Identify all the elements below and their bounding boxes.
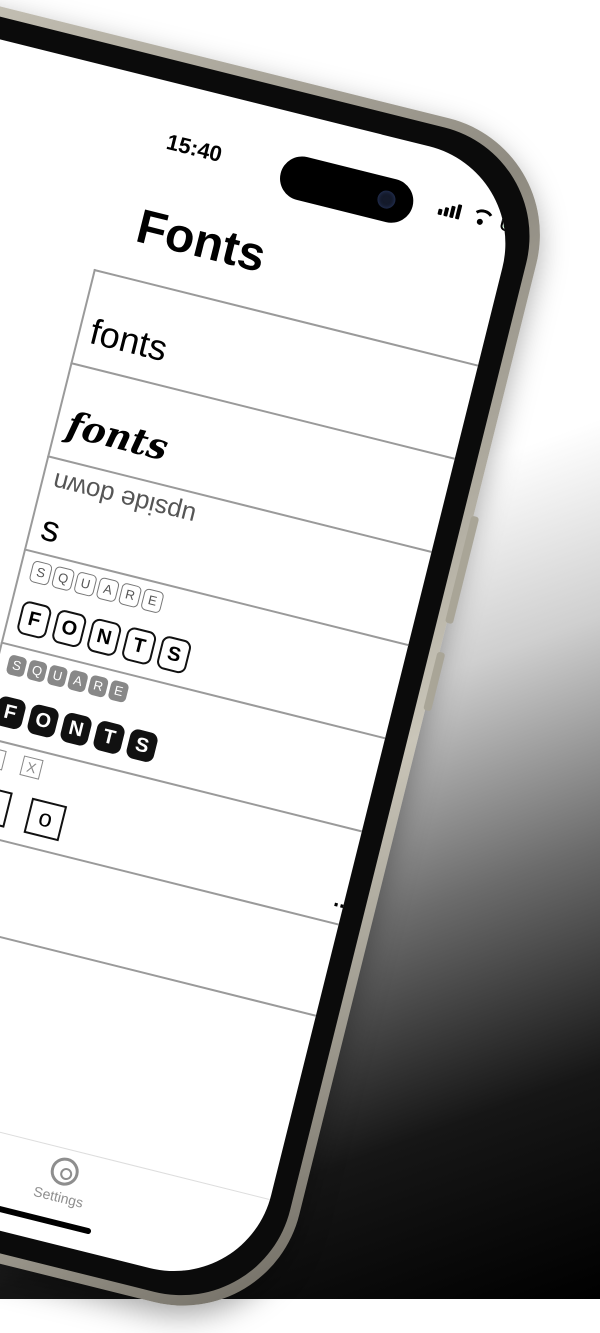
status-icons: ⚡ — [437, 199, 527, 238]
font-sample: s — [37, 506, 65, 551]
camera-icon — [375, 188, 398, 211]
tab-settings-label: Settings — [31, 1182, 85, 1211]
dynamic-island — [275, 151, 418, 228]
more-indicator: ... — [331, 886, 356, 915]
font-sample: fonts — [62, 403, 173, 470]
charging-bolt-icon: ⚡ — [509, 215, 527, 236]
tab-settings[interactable]: Settings — [18, 1148, 107, 1214]
font-sample: fonts — [86, 310, 172, 370]
status-time: 15:40 — [164, 129, 225, 167]
font-sample: fo — [0, 776, 88, 846]
battery-icon: ⚡ — [499, 214, 527, 238]
tab-bar: Settings — [0, 1103, 294, 1284]
wifi-icon — [468, 207, 493, 228]
signal-icon — [437, 199, 463, 220]
gear-icon — [47, 1154, 82, 1189]
page-title: Fonts — [131, 199, 271, 283]
